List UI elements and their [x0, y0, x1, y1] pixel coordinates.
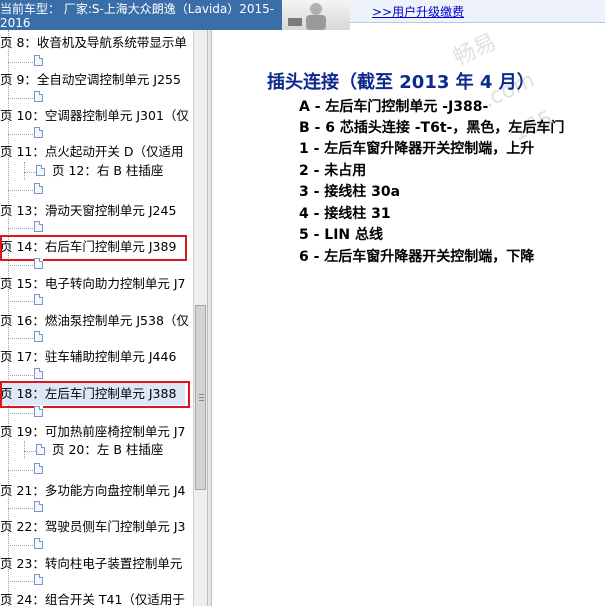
tree-item-page-11[interactable]: 页 11：点火起动开关 D（仅适用 — [0, 143, 183, 161]
pin-line-b: B - 6 芯插头连接 -T6t-，黑色，左后车门 — [299, 120, 565, 136]
tree-connector — [8, 98, 33, 99]
document-content: 畅易 .com 165 插头连接（截至 2013 年 4 月） A - 左后车门… — [212, 30, 605, 606]
tree-connector — [24, 172, 36, 173]
tree-guide-line — [24, 162, 25, 180]
document-icon[interactable] — [34, 368, 43, 379]
tree-item-label: 页 8：收音机及导航系统带显示单 — [0, 35, 187, 50]
tree-item-page-19[interactable]: 页 19：可加热前座椅控制单元 J7 — [0, 423, 186, 441]
pin-line-2: 2 - 未占用 — [299, 163, 367, 179]
tree-item-page-21[interactable]: 页 21：多功能方向盘控制单元 J4 — [0, 482, 186, 500]
document-icon[interactable] — [36, 444, 45, 455]
document-icon[interactable] — [34, 258, 43, 269]
tree-item-label: 页 10：空调器控制单元 J301（仅 — [0, 108, 189, 123]
document-icon[interactable] — [34, 574, 43, 585]
top-header: 当前车型： 厂家:S-上海大众朗逸（Lavida）2015- 2016 >>用户… — [0, 0, 605, 30]
tree-item-page-20[interactable]: 页 20：左 B 柱插座 — [52, 441, 163, 459]
tree-item-label: 页 13：滑动天窗控制单元 J245 — [0, 203, 177, 218]
vehicle-line-1: 当前车型： 厂家:S-上海大众朗逸（Lavida）2015- — [0, 2, 275, 16]
document-icon[interactable] — [34, 221, 43, 232]
tree-connector — [8, 581, 33, 582]
tree-item-label: 页 9：全自动空调控制单元 J255 — [0, 72, 181, 87]
tree-scrollbar[interactable] — [193, 30, 208, 606]
connector-heading: 插头连接（截至 2013 年 4 月） — [267, 72, 535, 93]
pin-line-6: 6 - 左后车窗升降器开关控制端，下降 — [299, 249, 535, 265]
tree-item-page-23[interactable]: 页 23：转向柱电子装置控制单元 — [0, 555, 182, 573]
tree-item-label: 页 21：多功能方向盘控制单元 J4 — [0, 483, 186, 498]
tree-item-page-22[interactable]: 页 22：驾驶员侧车门控制单元 J3 — [0, 518, 186, 536]
vehicle-info: 当前车型： 厂家:S-上海大众朗逸（Lavida）2015- 2016 — [0, 0, 282, 30]
scrollbar-thumb[interactable] — [195, 305, 206, 490]
tree-item-label: 页 12：右 B 柱插座 — [52, 163, 164, 178]
document-icon[interactable] — [34, 183, 43, 194]
document-icon[interactable] — [36, 165, 45, 176]
tree-item-label: 页 16：燃油泵控制单元 J538（仅 — [0, 313, 189, 328]
tree-connector — [8, 62, 33, 63]
tree-connector — [8, 228, 33, 229]
tree-connector — [8, 470, 33, 471]
tree-connector — [24, 451, 36, 452]
tree-item-page-10[interactable]: 页 10：空调器控制单元 J301（仅 — [0, 107, 189, 125]
tree-connector — [8, 375, 33, 376]
tree-connector — [8, 190, 33, 191]
tree-connector — [8, 338, 33, 339]
tree-item-page-15[interactable]: 页 15：电子转向助力控制单元 J7 — [0, 275, 186, 293]
document-icon[interactable] — [34, 127, 43, 138]
document-icon[interactable] — [34, 538, 43, 549]
tree-item-page-17[interactable]: 页 17：驻车辅助控制单元 J446 — [0, 348, 176, 366]
tree-connector — [8, 265, 33, 266]
tree-guide-line — [24, 441, 25, 459]
tree-item-label: 页 23：转向柱电子装置控制单元 — [0, 556, 183, 571]
scrollbar-grip — [199, 397, 204, 398]
tree-item-page-8[interactable]: 页 8：收音机及导航系统带显示单 — [0, 34, 187, 52]
pin-line-a: A - 左后车门控制单元 -J388- — [299, 99, 489, 115]
scrollbar-grip — [199, 394, 204, 395]
tree-item-label: 页 11：点火起动开关 D（仅适用 — [0, 144, 184, 159]
tree-connector — [8, 413, 33, 414]
tree-item-page-13[interactable]: 页 13：滑动天窗控制单元 J245 — [0, 202, 176, 220]
tree-connector — [8, 301, 33, 302]
tree-connector — [8, 134, 33, 135]
document-icon[interactable] — [34, 294, 43, 305]
tree-item-label: 页 20：左 B 柱插座 — [52, 442, 164, 457]
scrollbar-grip — [199, 400, 204, 401]
vehicle-line-2: 2016 — [0, 16, 31, 30]
highlight-box — [0, 235, 187, 261]
document-icon[interactable] — [34, 55, 43, 66]
document-icon[interactable] — [34, 331, 43, 342]
document-icon[interactable] — [34, 501, 43, 512]
tree-item-page-16[interactable]: 页 16：燃油泵控制单元 J538（仅 — [0, 312, 189, 330]
watermark-text: 畅易 — [449, 30, 501, 71]
tree-connector — [8, 545, 33, 546]
tree-item-label: 页 22：驾驶员侧车门控制单元 J3 — [0, 519, 186, 534]
document-icon[interactable] — [34, 406, 43, 417]
tree-item-label: 页 24：组合开关 T41（仅适用于 — [0, 592, 185, 606]
pin-line-5: 5 - LIN 总线 — [299, 227, 384, 243]
tree-item-label: 页 15：电子转向助力控制单元 J7 — [0, 276, 186, 291]
pin-line-3: 3 - 接线柱 30a — [299, 184, 401, 200]
highlight-box — [0, 381, 190, 408]
pin-line-1: 1 - 左后车窗升降器开关控制端，上升 — [299, 141, 535, 157]
tree-item-page-24[interactable]: 页 24：组合开关 T41（仅适用于 — [0, 591, 185, 606]
upgrade-payment-link[interactable]: >>用户升级缴费 — [372, 3, 464, 20]
mascot-image — [282, 0, 350, 30]
document-icon[interactable] — [34, 463, 43, 474]
pin-line-4: 4 - 接线柱 31 — [299, 206, 391, 222]
document-icon[interactable] — [34, 91, 43, 102]
person-icon — [288, 3, 326, 30]
tree-item-page-9[interactable]: 页 9：全自动空调控制单元 J255 — [0, 71, 181, 89]
tree-item-page-12[interactable]: 页 12：右 B 柱插座 — [52, 162, 163, 180]
tree-item-label: 页 19：可加热前座椅控制单元 J7 — [0, 424, 186, 439]
tree-item-label: 页 17：驻车辅助控制单元 J446 — [0, 349, 177, 364]
tree-connector — [8, 508, 33, 509]
document-tree: 页 8：收音机及导航系统带显示单 页 9：全自动空调控制单元 J255 页 10… — [0, 30, 193, 606]
